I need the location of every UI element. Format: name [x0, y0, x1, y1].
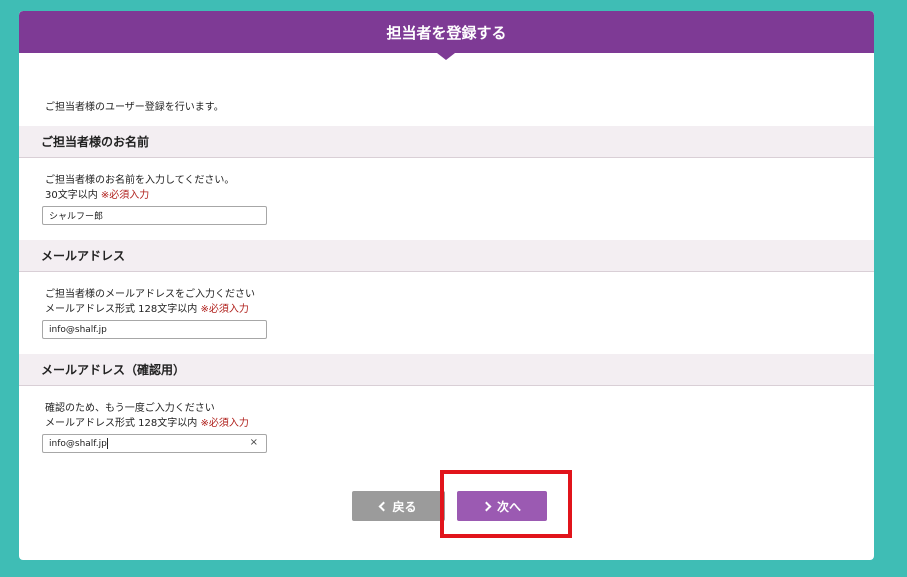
email-confirm-desc-line2: メールアドレス形式 128文字以内 ※必須入力 [45, 416, 249, 431]
email-input[interactable]: info@shalf.jp [42, 320, 267, 339]
back-button[interactable]: 戻る [352, 491, 445, 521]
email-confirm-limit-text: メールアドレス形式 128文字以内 [45, 418, 198, 429]
email-confirm-input-value: info@shalf.jp [49, 438, 107, 449]
name-input-value: シャルフー郎 [49, 212, 104, 222]
email-limit-text: メールアドレス形式 128文字以内 [45, 304, 198, 315]
email-confirm-input[interactable]: info@shalf.jp × [42, 434, 267, 453]
email-input-value: info@shalf.jp [49, 324, 107, 335]
email-confirm-desc-line1: 確認のため、もう一度ご入力ください [45, 403, 215, 414]
email-desc-line1: ご担当者様のメールアドレスをご入力ください [45, 289, 255, 300]
intro-text: ご担当者様のユーザー登録を行います。 [45, 102, 224, 113]
page-title-text: 担当者を登録する [386, 23, 507, 42]
email-desc-line2: メールアドレス形式 128文字以内 ※必須入力 [45, 302, 255, 317]
name-limit-text: 30文字以内 [45, 190, 98, 201]
name-description: ご担当者様のお名前を入力してください。 30文字以内 ※必須入力 [45, 173, 234, 203]
email-confirm-required-label: ※必須入力 [200, 418, 249, 429]
section-heading-email-confirm: メールアドレス（確認用） [19, 354, 874, 386]
name-desc-line2: 30文字以内 ※必須入力 [45, 188, 234, 203]
chevron-left-icon [379, 501, 389, 511]
highlight-box [440, 470, 572, 538]
back-button-label: 戻る [392, 499, 417, 514]
close-icon[interactable]: × [250, 437, 258, 448]
section-heading-name: ご担当者様のお名前 [19, 126, 874, 158]
email-required-label: ※必須入力 [200, 304, 249, 315]
name-required-label: ※必須入力 [100, 190, 150, 201]
text-cursor [106, 438, 108, 449]
header-pointer [437, 53, 455, 60]
page-title: 担当者を登録する [19, 11, 874, 53]
name-input[interactable]: シャルフー郎 [42, 206, 267, 225]
email-confirm-description: 確認のため、もう一度ご入力ください メールアドレス形式 128文字以内 ※必須入… [45, 401, 249, 431]
name-desc-line1: ご担当者様のお名前を入力してください。 [45, 175, 235, 186]
section-heading-email: メールアドレス [19, 240, 874, 272]
email-description: ご担当者様のメールアドレスをご入力ください メールアドレス形式 128文字以内 … [45, 287, 255, 317]
